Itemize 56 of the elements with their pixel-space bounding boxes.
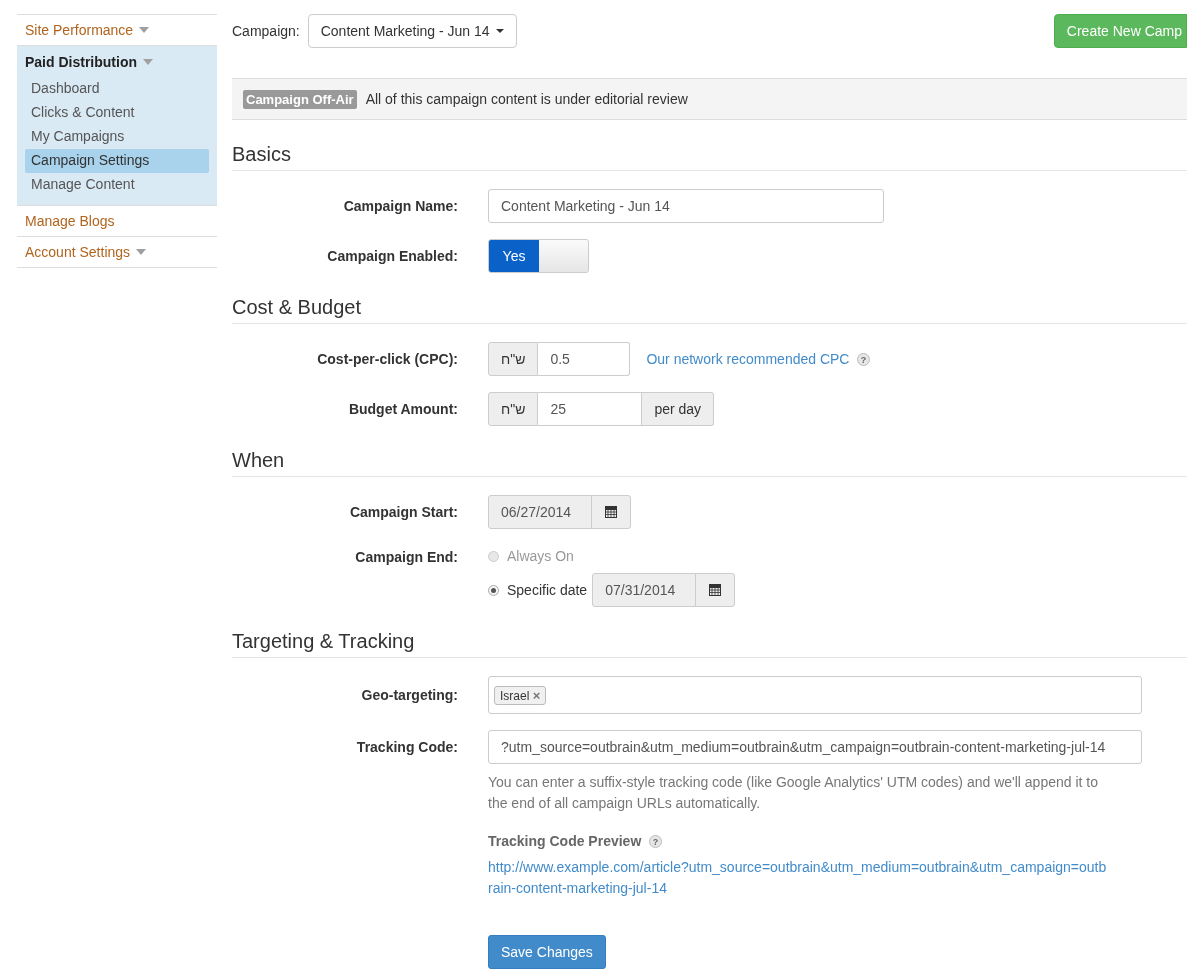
sidebar-section-link[interactable]: Manage Blogs [17,206,217,236]
sidebar-section-link[interactable]: Paid Distribution [17,46,217,77]
sidebar-item[interactable]: Clicks & Content [25,101,209,125]
sidebar-item[interactable]: My Campaigns [25,125,209,149]
preview-url-link[interactable]: http://www.example.com/article?utm_source=outbrain&utm_medium=outbrain&utm_campaign=outbrain-content-marketing-jul-14 [488,857,1110,899]
section-heading: Basics [232,142,1187,171]
section-heading: Targeting & Tracking [232,629,1187,658]
preview-title: Tracking Code Preview [488,833,642,849]
start-date-field[interactable]: 06/27/2014 [488,495,592,529]
recommended-cpc-link[interactable]: Our network recommended CPC [646,351,850,367]
help-icon: ? [649,834,663,848]
help-icon: ? [857,352,871,366]
caret-icon [139,27,150,33]
caret-icon [136,249,147,255]
tracking-code-field[interactable]: ?utm_source=outbrain&utm_medium=outbrain&utm_campaign=outbrain-content-marketing-jul-14 [488,730,1142,764]
caret-icon [143,59,153,65]
field-label: Budget Amount: [347,401,458,417]
section-heading: Cost & Budget [232,295,1187,324]
sidebar-item[interactable]: Manage Content [25,173,209,197]
calendar-button[interactable] [695,573,736,607]
calendar-icon [605,506,617,518]
section-heading: When [232,448,1187,477]
field-label: Campaign End: [354,548,458,565]
currency-addon: ש"ח [488,342,539,376]
help-text: You can enter a suffix-style tracking code (like Google Analytics' UTM codes) and we'll append it to the end of all campaign URLs automatically. [488,773,1099,813]
sidebar-item[interactable]: Dashboard [25,77,209,101]
country-tag: Israel × [494,685,547,705]
field-label: Geo-targeting: [360,687,458,703]
budget-field[interactable]: 25 [538,392,643,426]
alert-message: All of this campaign content is under editorial review [365,91,688,107]
field-label: Campaign Start: [348,504,458,520]
radio-label: Always On [507,548,574,564]
campaign-name-field[interactable]: Content Marketing - Jun 14 [488,189,884,223]
calendar-button[interactable] [591,495,631,529]
sidebar-item[interactable]: Campaign Settings [25,149,209,173]
geo-targeting-field[interactable]: Israel × [488,676,1142,714]
calendar-icon [709,584,722,596]
campaign-select[interactable]: Content Marketing - Jun 14 [307,14,517,48]
save-changes-button[interactable]: Save Changes [488,935,606,969]
caret-icon [495,29,504,33]
radio-label: Specific date [507,582,588,598]
currency-addon: ש"ח [488,392,539,426]
field-label: Tracking Code: [355,739,458,755]
status-label: Campaign Off-Air [243,89,357,109]
field-label: Cost-per-click (CPC): [316,351,458,367]
end-date-field[interactable]: 07/31/2014 [592,573,697,607]
sidebar-section-link[interactable]: Site Performance [17,15,217,45]
per-day-addon: per day [642,392,715,426]
radio-button[interactable] [488,584,499,596]
sidebar-section-link[interactable]: Account Settings [17,237,217,267]
field-label: Campaign Enabled: [326,248,458,264]
field-label: Campaign Name: [342,198,458,214]
enabled-toggle[interactable]: Yes [488,239,589,273]
remove-tag-button[interactable]: × [532,687,541,703]
cpc-field[interactable]: 0.5 [538,342,631,376]
campaign-label: Campaign: [232,23,300,39]
